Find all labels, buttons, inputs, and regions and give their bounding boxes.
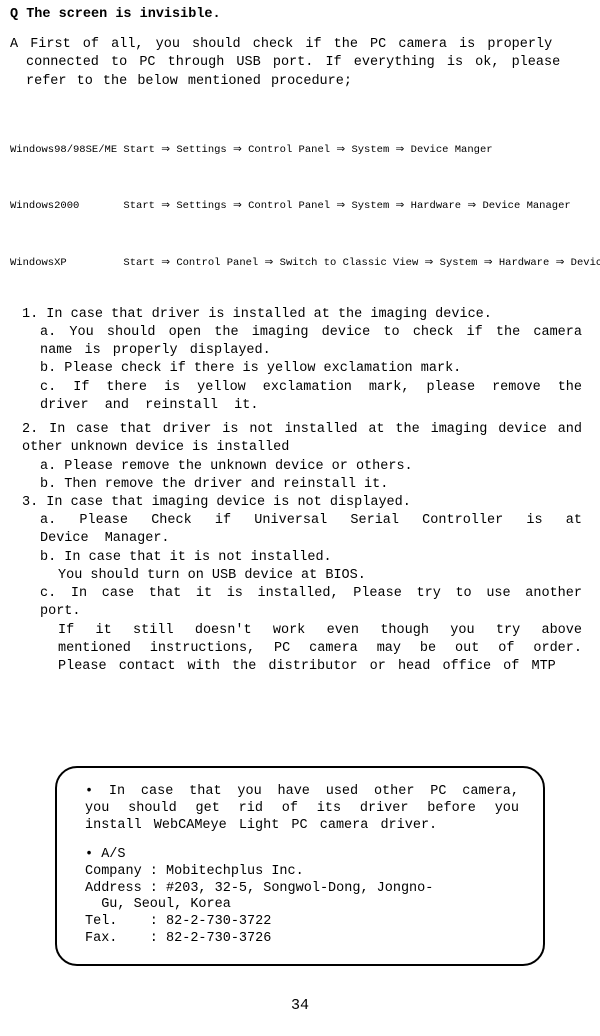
case-1-b: b. Please check if there is yellow excla… — [22, 360, 582, 378]
note-fax: Fax. : 82-2-730-3726 — [85, 931, 519, 948]
note-box-container: • In case that you have used other PC ca… — [55, 766, 545, 966]
case-1-a: a. You should open the imaging device to… — [22, 324, 582, 360]
note-tel: Tel. : 82-2-730-3722 — [85, 914, 519, 931]
os-row: Windows2000 Start ⇒ Settings ⇒ Control P… — [10, 197, 590, 216]
note-driver-warning: • In case that you have used other PC ca… — [85, 784, 519, 835]
case-3-title: 3. In case that imaging device is not di… — [22, 494, 582, 512]
case-2-title: 2. In case that driver is not installed … — [22, 421, 582, 457]
case-1-c: c. If there is yellow exclamation mark, … — [22, 379, 582, 415]
case-3-b-sub: You should turn on USB device at BIOS. — [22, 567, 582, 585]
note-address-1: Address : #203, 32-5, Songwol-Dong, Jong… — [85, 881, 519, 898]
troubleshoot-list: 1. In case that driver is installed at t… — [22, 306, 582, 676]
case-3-a: a. Please Check if Universal Serial Cont… — [22, 512, 582, 548]
os-procedure-table: Windows98/98SE/ME Start ⇒ Settings ⇒ Con… — [10, 103, 590, 292]
answer-line-2: connected to PC through USB port. If eve… — [10, 54, 590, 72]
note-box: • In case that you have used other PC ca… — [55, 766, 545, 966]
page-number: 34 — [10, 996, 590, 1016]
answer-line-1: A First of all, you should check if the … — [10, 36, 590, 54]
note-address-2: Gu, Seoul, Korea — [85, 897, 519, 914]
note-company: Company : Mobitechplus Inc. — [85, 864, 519, 881]
answer-intro: A First of all, you should check if the … — [10, 36, 590, 91]
case-1-title: 1. In case that driver is installed at t… — [22, 306, 582, 324]
os-row: Windows98/98SE/ME Start ⇒ Settings ⇒ Con… — [10, 141, 590, 160]
os-row: WindowsXP Start ⇒ Control Panel ⇒ Switch… — [10, 254, 590, 273]
case-2-a: a. Please remove the unknown device or o… — [22, 458, 582, 476]
case-2-b: b. Then remove the driver and reinstall … — [22, 476, 582, 494]
question-heading: Q The screen is invisible. — [10, 6, 590, 24]
case-3-b: b. In case that it is not installed. — [22, 549, 582, 567]
note-as-heading: • A/S — [85, 847, 519, 864]
case-3-c: c. In case that it is installed, Please … — [22, 585, 582, 621]
answer-line-3: refer to the below mentioned procedure; — [10, 73, 590, 91]
case-3-footer: If it still doesn't work even though you… — [22, 622, 582, 677]
